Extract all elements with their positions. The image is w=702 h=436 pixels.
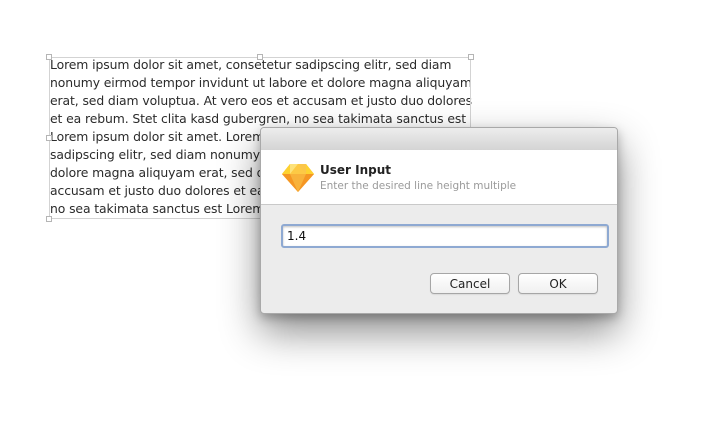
selection-handle-top-right[interactable] — [468, 54, 474, 60]
selection-handle-bottom-left[interactable] — [46, 216, 52, 222]
line-height-input[interactable] — [281, 224, 609, 248]
sketch-diamond-icon — [282, 164, 314, 192]
selection-handle-top-left[interactable] — [46, 54, 52, 60]
ok-button[interactable]: OK — [518, 273, 598, 294]
dialog-title-bar[interactable] — [261, 128, 617, 151]
dialog-subtitle: Enter the desired line height multiple — [320, 180, 517, 192]
cancel-button[interactable]: Cancel — [430, 273, 510, 294]
selection-handle-middle-left[interactable] — [46, 135, 52, 141]
user-input-dialog: User Input Enter the desired line height… — [260, 127, 618, 314]
dialog-header: User Input Enter the desired line height… — [261, 150, 617, 205]
dialog-title: User Input — [320, 163, 391, 177]
selection-handle-top-middle[interactable] — [257, 54, 263, 60]
